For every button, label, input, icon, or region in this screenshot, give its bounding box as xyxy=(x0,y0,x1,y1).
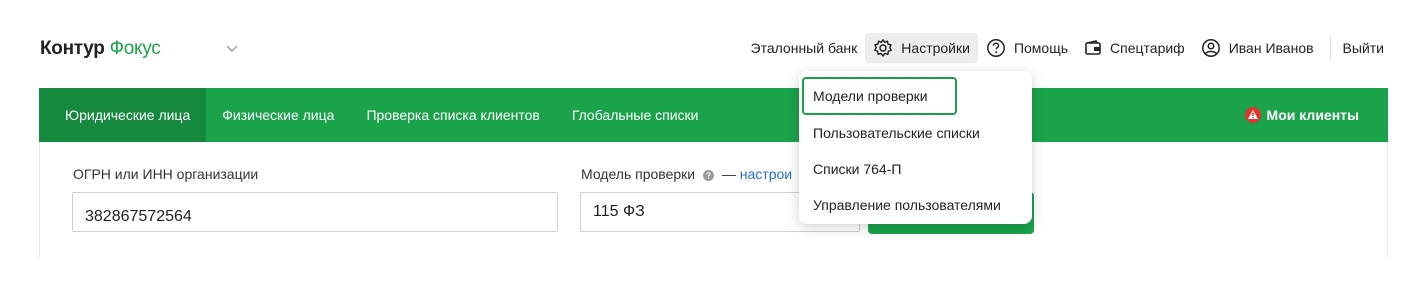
help-label: Помощь xyxy=(1013,40,1069,56)
menu-item-lists-764p[interactable]: Списки 764-П xyxy=(799,151,1032,187)
chevron-down-icon[interactable] xyxy=(224,40,240,56)
ogrn-input[interactable] xyxy=(72,192,558,232)
tab-legal-entities[interactable]: Юридические лица xyxy=(39,88,207,142)
model-label-dash: — xyxy=(721,166,736,182)
menu-item-check-models[interactable]: Модели проверки xyxy=(802,77,957,115)
bank-label: Эталонный банк xyxy=(750,40,858,56)
menu-item-user-management[interactable]: Управление пользователями xyxy=(799,187,1032,223)
user-menu[interactable]: Иван Иванов xyxy=(1193,33,1322,63)
settings-label: Настройки xyxy=(901,40,970,56)
bank-link[interactable]: Эталонный банк xyxy=(743,33,866,63)
wallet-icon xyxy=(1085,40,1101,55)
tab-client-list-check[interactable]: Проверка списка клиентов xyxy=(350,88,555,142)
tab-global-lists[interactable]: Глобальные списки xyxy=(556,88,715,142)
menu-item-label: Модели проверки xyxy=(813,88,928,104)
logo-brand: Контур xyxy=(40,38,105,59)
settings-dropdown: Модели проверки Пользовательские списки … xyxy=(799,71,1032,224)
tab-individuals[interactable]: Физические лица xyxy=(206,88,350,142)
tab-label: Глобальные списки xyxy=(571,107,699,123)
logout-link[interactable]: Выйти xyxy=(1343,33,1384,63)
alert-icon xyxy=(1244,107,1261,123)
tab-label: Физические лица xyxy=(222,107,335,123)
help-icon xyxy=(987,39,1005,57)
question-icon[interactable] xyxy=(702,169,714,181)
tariff-label: Спецтариф xyxy=(1110,40,1185,56)
help-link[interactable]: Помощь xyxy=(978,33,1076,63)
menu-item-label: Пользовательские списки xyxy=(813,125,980,141)
menu-item-label: Управление пользователями xyxy=(813,197,1001,213)
model-label-text: Модель проверки xyxy=(581,166,696,182)
model-label: Модель проверки — настрои xyxy=(581,166,792,182)
tab-label: Юридические лица xyxy=(65,107,191,123)
nav-divider xyxy=(1329,36,1331,60)
user-icon xyxy=(1201,39,1220,57)
my-clients-link[interactable]: Мои клиенты xyxy=(1244,88,1359,142)
tariff-link[interactable]: Спецтариф xyxy=(1076,33,1193,63)
my-clients-label: Мои клиенты xyxy=(1266,107,1359,123)
top-header: Контур Фокус Эталонный банк Настройки По… xyxy=(0,0,1418,88)
model-select-value: 115 ФЗ xyxy=(593,203,645,220)
user-name: Иван Иванов xyxy=(1228,40,1314,56)
ogrn-label: ОГРН или ИНН организации xyxy=(73,166,259,182)
top-nav: Эталонный банк Настройки Помощь Спецтари… xyxy=(743,33,1384,63)
logo[interactable]: Контур Фокус xyxy=(40,37,161,61)
settings-menu-button[interactable]: Настройки xyxy=(865,33,978,63)
main-tabs: Юридические лица Физические лица Проверк… xyxy=(39,88,1388,142)
menu-item-user-lists[interactable]: Пользовательские списки xyxy=(799,115,1032,151)
gear-icon xyxy=(874,39,893,57)
logo-product: Фокус xyxy=(109,38,161,59)
model-settings-link[interactable]: настрои xyxy=(740,166,792,182)
logout-label: Выйти xyxy=(1342,40,1384,56)
tab-label: Проверка списка клиентов xyxy=(366,107,540,123)
menu-item-label: Списки 764-П xyxy=(813,161,902,177)
